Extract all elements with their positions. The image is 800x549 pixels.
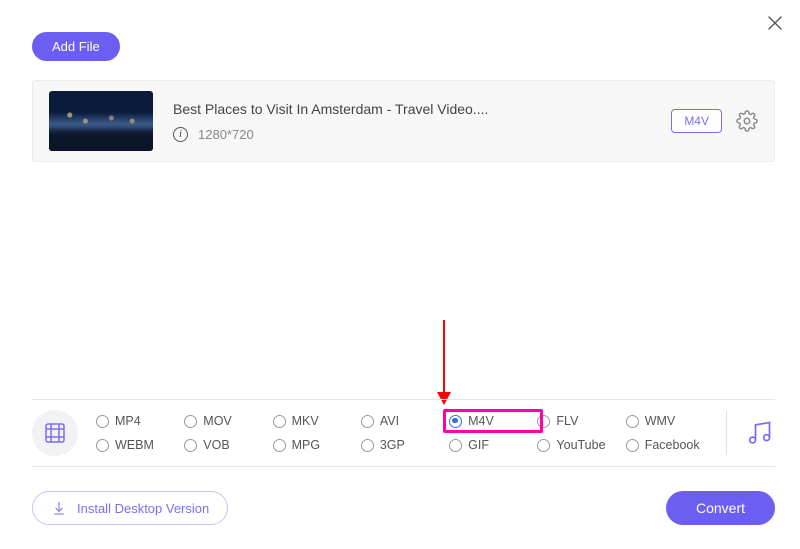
video-thumbnail bbox=[49, 91, 153, 151]
format-option-m4v[interactable]: M4V bbox=[449, 414, 533, 428]
format-option-gif[interactable]: GIF bbox=[449, 438, 533, 452]
format-radio-webm[interactable] bbox=[96, 439, 109, 452]
info-icon[interactable]: i bbox=[173, 127, 188, 142]
format-radio-mpg[interactable] bbox=[273, 439, 286, 452]
format-radio-youtube[interactable] bbox=[537, 439, 550, 452]
install-desktop-button[interactable]: Install Desktop Version bbox=[32, 491, 228, 525]
format-radio-wmv[interactable] bbox=[626, 415, 639, 428]
format-label: MKV bbox=[292, 414, 319, 428]
format-radio-vob[interactable] bbox=[184, 439, 197, 452]
add-file-button[interactable]: Add File bbox=[32, 32, 120, 61]
format-option-mkv[interactable]: MKV bbox=[273, 414, 357, 428]
format-label: YouTube bbox=[556, 438, 605, 452]
format-radio-mkv[interactable] bbox=[273, 415, 286, 428]
format-section: MP4 MOV MKV AVI M4V FLV WMV WEBM VOB MPG 3GP GIF You… bbox=[32, 399, 775, 467]
close-icon[interactable] bbox=[764, 12, 786, 34]
format-option-facebook[interactable]: Facebook bbox=[626, 438, 710, 452]
format-radio-mov[interactable] bbox=[184, 415, 197, 428]
format-option-mpg[interactable]: MPG bbox=[273, 438, 357, 452]
install-desktop-label: Install Desktop Version bbox=[77, 501, 209, 516]
format-radio-m4v[interactable] bbox=[449, 415, 462, 428]
file-title: Best Places to Visit In Amsterdam - Trav… bbox=[173, 101, 671, 117]
annotation-arrow bbox=[435, 320, 453, 405]
format-option-3gp[interactable]: 3GP bbox=[361, 438, 445, 452]
format-option-flv[interactable]: FLV bbox=[537, 414, 621, 428]
format-option-mov[interactable]: MOV bbox=[184, 414, 268, 428]
format-grid: MP4 MOV MKV AVI M4V FLV WMV WEBM VOB MPG 3GP GIF You… bbox=[96, 414, 710, 452]
file-resolution: 1280*720 bbox=[198, 127, 254, 142]
format-option-youtube[interactable]: YouTube bbox=[537, 438, 621, 452]
format-radio-3gp[interactable] bbox=[361, 439, 374, 452]
video-format-icon[interactable] bbox=[32, 410, 78, 456]
format-label: AVI bbox=[380, 414, 399, 428]
format-option-wmv[interactable]: WMV bbox=[626, 414, 710, 428]
format-radio-flv[interactable] bbox=[537, 415, 550, 428]
format-option-webm[interactable]: WEBM bbox=[96, 438, 180, 452]
format-badge-button[interactable]: M4V bbox=[671, 109, 722, 133]
gear-icon[interactable] bbox=[736, 110, 758, 132]
format-label: WEBM bbox=[115, 438, 154, 452]
format-label: M4V bbox=[468, 414, 494, 428]
file-info: Best Places to Visit In Amsterdam - Trav… bbox=[173, 101, 671, 142]
format-label: WMV bbox=[645, 414, 676, 428]
file-card: Best Places to Visit In Amsterdam - Trav… bbox=[32, 80, 775, 162]
audio-format-icon[interactable] bbox=[743, 417, 775, 449]
format-radio-gif[interactable] bbox=[449, 439, 462, 452]
format-label: MPG bbox=[292, 438, 320, 452]
format-label: 3GP bbox=[380, 438, 405, 452]
format-label: MP4 bbox=[115, 414, 141, 428]
format-label: MOV bbox=[203, 414, 231, 428]
convert-button[interactable]: Convert bbox=[666, 491, 775, 525]
format-radio-facebook[interactable] bbox=[626, 439, 639, 452]
footer: Install Desktop Version Convert bbox=[32, 491, 775, 525]
format-label: VOB bbox=[203, 438, 229, 452]
format-option-avi[interactable]: AVI bbox=[361, 414, 445, 428]
format-label: FLV bbox=[556, 414, 578, 428]
format-radio-mp4[interactable] bbox=[96, 415, 109, 428]
format-radio-avi[interactable] bbox=[361, 415, 374, 428]
format-label: Facebook bbox=[645, 438, 700, 452]
format-label: GIF bbox=[468, 438, 489, 452]
format-option-vob[interactable]: VOB bbox=[184, 438, 268, 452]
format-option-mp4[interactable]: MP4 bbox=[96, 414, 180, 428]
divider bbox=[726, 411, 727, 455]
